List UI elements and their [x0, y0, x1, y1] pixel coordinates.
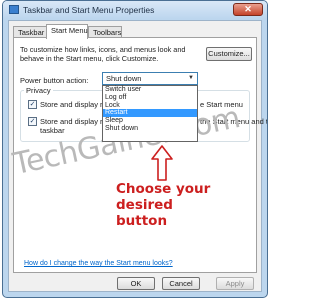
window-title: Taskbar and Start Menu Properties — [23, 5, 155, 15]
up-arrow-icon — [151, 145, 173, 181]
option-shut-down[interactable]: Shut down — [103, 125, 197, 133]
power-button-value: Shut down — [106, 74, 142, 83]
annotation-line-1: Choose your — [116, 181, 211, 197]
customize-description: To customize how links, icons, and menus… — [20, 45, 186, 63]
annotation-text: Choose your desired button — [116, 181, 226, 229]
store-items-label-line2: taskbar — [40, 126, 65, 135]
power-button-label: Power button action: — [20, 76, 89, 85]
option-sleep[interactable]: Sleep — [103, 117, 197, 125]
store-items-checkbox[interactable]: ✓ — [28, 117, 37, 126]
option-lock[interactable]: Lock — [103, 102, 197, 110]
ok-button[interactable]: OK — [117, 277, 155, 290]
customize-button[interactable]: Customize... — [206, 47, 252, 61]
option-switch-user[interactable]: Switch user — [103, 86, 197, 94]
store-programs-checkbox[interactable]: ✓ — [28, 100, 37, 109]
privacy-group-label: Privacy — [24, 86, 53, 95]
apply-button[interactable]: Apply — [216, 277, 254, 290]
store-programs-label: Store and display r — [40, 100, 103, 109]
tab-start-menu[interactable]: Start Menu — [46, 24, 88, 39]
cancel-button[interactable]: Cancel — [162, 277, 200, 290]
power-button-dropdown: Switch user Log off Lock Restart Sleep S… — [102, 85, 198, 142]
help-link[interactable]: How do I change the way the Start menu l… — [24, 260, 173, 267]
close-button[interactable]: ✕ — [233, 3, 263, 16]
option-restart[interactable]: Restart — [103, 109, 197, 118]
title-bar: Taskbar and Start Menu Properties ✕ — [3, 1, 267, 19]
power-button-select[interactable]: Shut down ▼ — [102, 72, 198, 85]
annotation-line-2: desired button — [116, 197, 173, 229]
option-log-off[interactable]: Log off — [103, 94, 197, 102]
dropdown-arrow-icon: ▼ — [188, 75, 194, 81]
store-items-label: Store and display r — [40, 117, 103, 126]
taskbar-app-icon — [9, 5, 19, 14]
